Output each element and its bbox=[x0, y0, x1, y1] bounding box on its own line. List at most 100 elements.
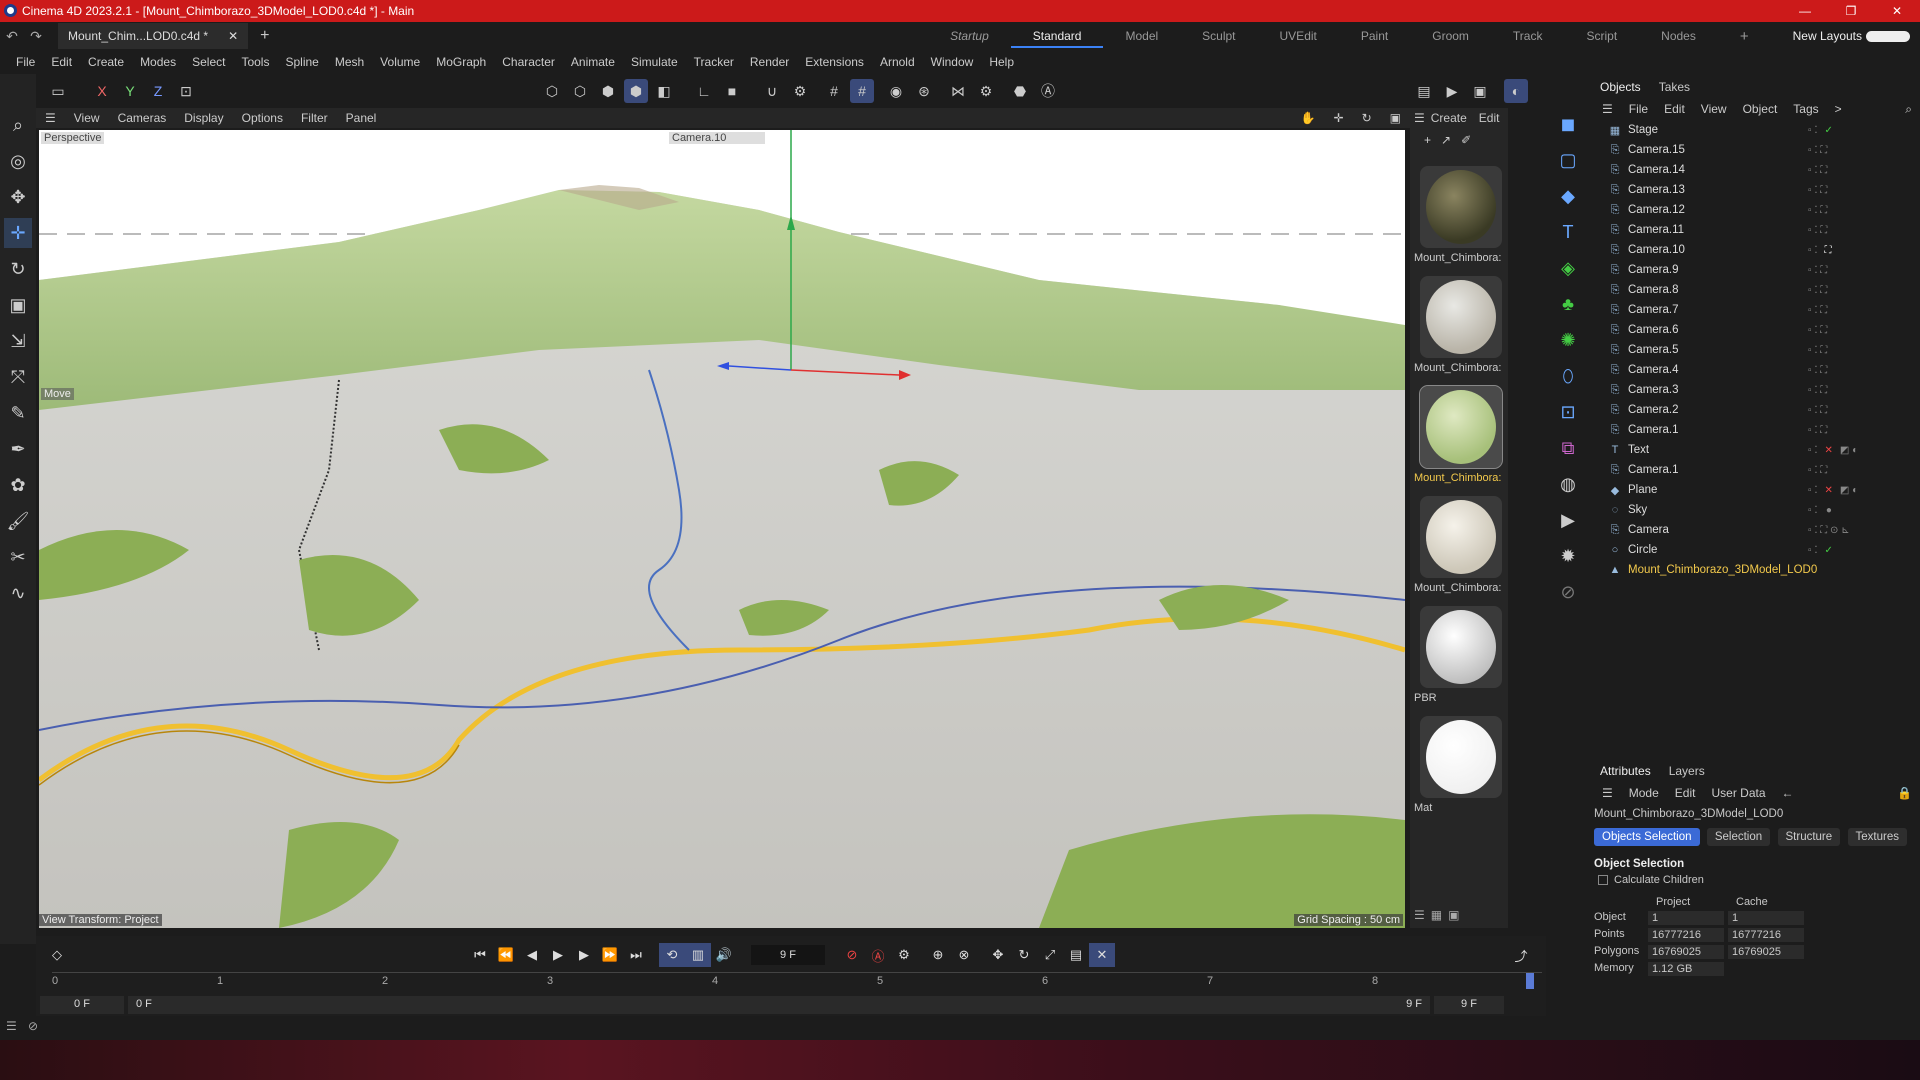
live-select-icon[interactable]: ✥ bbox=[4, 182, 32, 212]
axis-y-toggle[interactable]: Y bbox=[118, 79, 142, 103]
list-item[interactable]: ⎘ Camera.6 ▫ ⁚ ⛶ bbox=[1590, 320, 1920, 340]
preview-range-end[interactable]: 9 F bbox=[1326, 996, 1430, 1014]
list-item[interactable]: ⎘ Camera.10 ▫ ⁚ ⛶ bbox=[1590, 240, 1920, 260]
layout-uvedit[interactable]: UVEdit bbox=[1258, 29, 1339, 43]
list-item[interactable]: ⎘ Camera.7 ▫ ⁚ ⛶ bbox=[1590, 300, 1920, 320]
layout-startup[interactable]: Startup bbox=[928, 29, 1011, 43]
graph-icon[interactable]: ⤴ bbox=[1508, 943, 1534, 967]
objects-selection-button[interactable]: Objects Selection bbox=[1594, 828, 1700, 846]
document-tab[interactable]: Mount_Chim...LOD0.c4d * ✕ bbox=[58, 23, 249, 49]
arnold-icon[interactable]: Ⓐ bbox=[1036, 79, 1060, 103]
preview-range-start[interactable]: 0 F bbox=[128, 996, 1328, 1014]
eyedropper-icon[interactable]: ✐ bbox=[1461, 133, 1471, 147]
go-to-end-icon[interactable]: ⏭ bbox=[623, 943, 649, 967]
list-item[interactable]: ⎘ Camera.9 ▫ ⁚ ⛶ bbox=[1590, 260, 1920, 280]
close-tab-icon[interactable]: ✕ bbox=[228, 29, 238, 43]
current-frame-field[interactable]: 9 F bbox=[751, 945, 825, 965]
rotate-view-icon[interactable]: ↻ bbox=[1353, 111, 1381, 125]
axis-z-toggle[interactable]: Z bbox=[146, 79, 170, 103]
large-view-icon[interactable]: ▣ bbox=[1448, 908, 1459, 922]
layout-standard[interactable]: Standard bbox=[1010, 24, 1104, 48]
menu-modes[interactable]: Modes bbox=[132, 55, 184, 69]
list-item[interactable]: ▦ Stage ▫ ⁚ ✓ bbox=[1590, 120, 1920, 140]
text-tool-icon[interactable]: T bbox=[1553, 218, 1583, 246]
obj-menu-edit[interactable]: Edit bbox=[1656, 102, 1693, 116]
obj-menu-file[interactable]: File bbox=[1621, 102, 1656, 116]
list-item[interactable]: ⎘ Camera ▫ ⁚ ⛶ ⊙ ⊾ bbox=[1590, 520, 1920, 540]
points-mode-icon[interactable]: ⬡ bbox=[540, 79, 564, 103]
menu-mograph[interactable]: MoGraph bbox=[428, 55, 494, 69]
add-layout-button[interactable]: + bbox=[1718, 28, 1771, 45]
menu-select[interactable]: Select bbox=[184, 55, 233, 69]
field-icon[interactable]: ⊡ bbox=[1553, 398, 1583, 426]
tab-takes[interactable]: Takes bbox=[1659, 80, 1690, 94]
render-settings-icon[interactable]: ⊛ bbox=[912, 79, 936, 103]
material-item[interactable]: PBR bbox=[1410, 600, 1508, 710]
list-item[interactable]: ⎘ Camera.12 ▫ ⁚ ⛶ bbox=[1590, 200, 1920, 220]
toggle-switch-icon[interactable] bbox=[1866, 29, 1920, 43]
brush-icon[interactable]: 🖌 bbox=[4, 506, 32, 536]
record-icon[interactable]: ⊘ bbox=[839, 943, 865, 967]
tab-objects[interactable]: Objects bbox=[1600, 80, 1641, 94]
tab-layers[interactable]: Layers bbox=[1669, 764, 1705, 778]
vp-menu-view[interactable]: View bbox=[65, 111, 109, 125]
vp-menu-panel[interactable]: Panel bbox=[337, 111, 386, 125]
list-item[interactable]: ⎘ Camera.4 ▫ ⁚ ⛶ bbox=[1590, 360, 1920, 380]
menu-simulate[interactable]: Simulate bbox=[623, 55, 686, 69]
menu-create[interactable]: Create bbox=[80, 55, 132, 69]
list-view-icon[interactable]: ☰ bbox=[1414, 908, 1425, 922]
add-tab-button[interactable]: + bbox=[260, 27, 269, 45]
light-icon[interactable]: ✹ bbox=[1553, 542, 1583, 570]
menu-volume[interactable]: Volume bbox=[372, 55, 428, 69]
loop-icon[interactable]: ⟲ bbox=[659, 943, 685, 967]
camera-icon[interactable]: ◼ bbox=[1553, 110, 1583, 138]
symmetry-icon[interactable]: ⋈ bbox=[946, 79, 970, 103]
cube-icon[interactable]: ▢ bbox=[1553, 146, 1583, 174]
paint-icon[interactable]: ✿ bbox=[4, 470, 32, 500]
list-item[interactable]: ▲ Mount_Chimborazo_3DModel_LOD0 bbox=[1590, 560, 1920, 580]
selection-button[interactable]: Selection bbox=[1706, 828, 1771, 846]
menu-edit[interactable]: Edit bbox=[43, 55, 80, 69]
list-item[interactable]: ⎘ Camera.13 ▫ ⁚ ⛶ bbox=[1590, 180, 1920, 200]
list-item[interactable]: ⎘ Camera.1 ▫ ⁚ ⛶ bbox=[1590, 420, 1920, 440]
list-item[interactable]: ◆ Plane ▫ ⁚ ✕ ◩ ◐ bbox=[1590, 480, 1920, 500]
material-item[interactable]: Mount_Chimbora: bbox=[1410, 490, 1508, 600]
3d-viewport[interactable]: Perspective Camera.10 Move View Transfor… bbox=[39, 130, 1405, 928]
menu-mesh[interactable]: Mesh bbox=[327, 55, 372, 69]
scale-key-icon[interactable]: ⤢ bbox=[1037, 943, 1063, 967]
menu-help[interactable]: Help bbox=[981, 55, 1022, 69]
keyframe-icon[interactable]: ◇ bbox=[44, 943, 70, 967]
start-frame-field[interactable]: 0 F bbox=[40, 996, 124, 1014]
settings-icon[interactable]: ⊘ bbox=[1553, 578, 1583, 606]
material-hamburger-icon[interactable]: ☰ bbox=[1414, 111, 1425, 125]
new-layouts-toggle[interactable]: New Layouts bbox=[1771, 29, 1866, 43]
layout-model[interactable]: Model bbox=[1103, 29, 1180, 43]
camera-tool-icon[interactable]: ▶ bbox=[1553, 506, 1583, 534]
menu-window[interactable]: Window bbox=[923, 55, 982, 69]
menu-animate[interactable]: Animate bbox=[563, 55, 623, 69]
transform-icon[interactable]: ⇲ bbox=[4, 326, 32, 356]
pla-key-icon[interactable]: ✕ bbox=[1089, 943, 1115, 967]
previous-frame-icon[interactable]: ◀ bbox=[519, 943, 545, 967]
vp-menu-options[interactable]: Options bbox=[233, 111, 292, 125]
go-to-start-icon[interactable]: ⏮ bbox=[467, 943, 493, 967]
solo-icon[interactable]: ■ bbox=[720, 79, 744, 103]
workplane-icon[interactable]: ∟ bbox=[692, 79, 716, 103]
param-key-icon[interactable]: ▤ bbox=[1063, 943, 1089, 967]
status-check-icon[interactable]: ⊘ bbox=[28, 1019, 38, 1033]
deformer-icon[interactable]: ⬯ bbox=[1553, 362, 1583, 390]
list-item[interactable]: ◌ Sky ▫ ⁚ ● bbox=[1590, 500, 1920, 520]
grid-snap-icon[interactable]: # bbox=[822, 79, 846, 103]
interactive-render-icon[interactable]: ◐ bbox=[1504, 79, 1528, 103]
vp-menu-cameras[interactable]: Cameras bbox=[109, 111, 176, 125]
material-item[interactable]: Mount_Chimbora: bbox=[1410, 270, 1508, 380]
key-rotation-icon[interactable]: ⊗ bbox=[951, 943, 977, 967]
menu-tracker[interactable]: Tracker bbox=[686, 55, 742, 69]
attr-menu-mode[interactable]: Mode bbox=[1621, 786, 1667, 800]
spline-icon[interactable]: ⧉ bbox=[1553, 434, 1583, 462]
list-item[interactable]: ⎘ Camera.5 ▫ ⁚ ⛶ bbox=[1590, 340, 1920, 360]
vp-menu-filter[interactable]: Filter bbox=[292, 111, 337, 125]
autokey-icon[interactable]: Ⓐ bbox=[865, 943, 891, 967]
scale-icon[interactable]: ▣ bbox=[4, 290, 32, 320]
link-icon[interactable]: ↗ bbox=[1441, 133, 1451, 147]
